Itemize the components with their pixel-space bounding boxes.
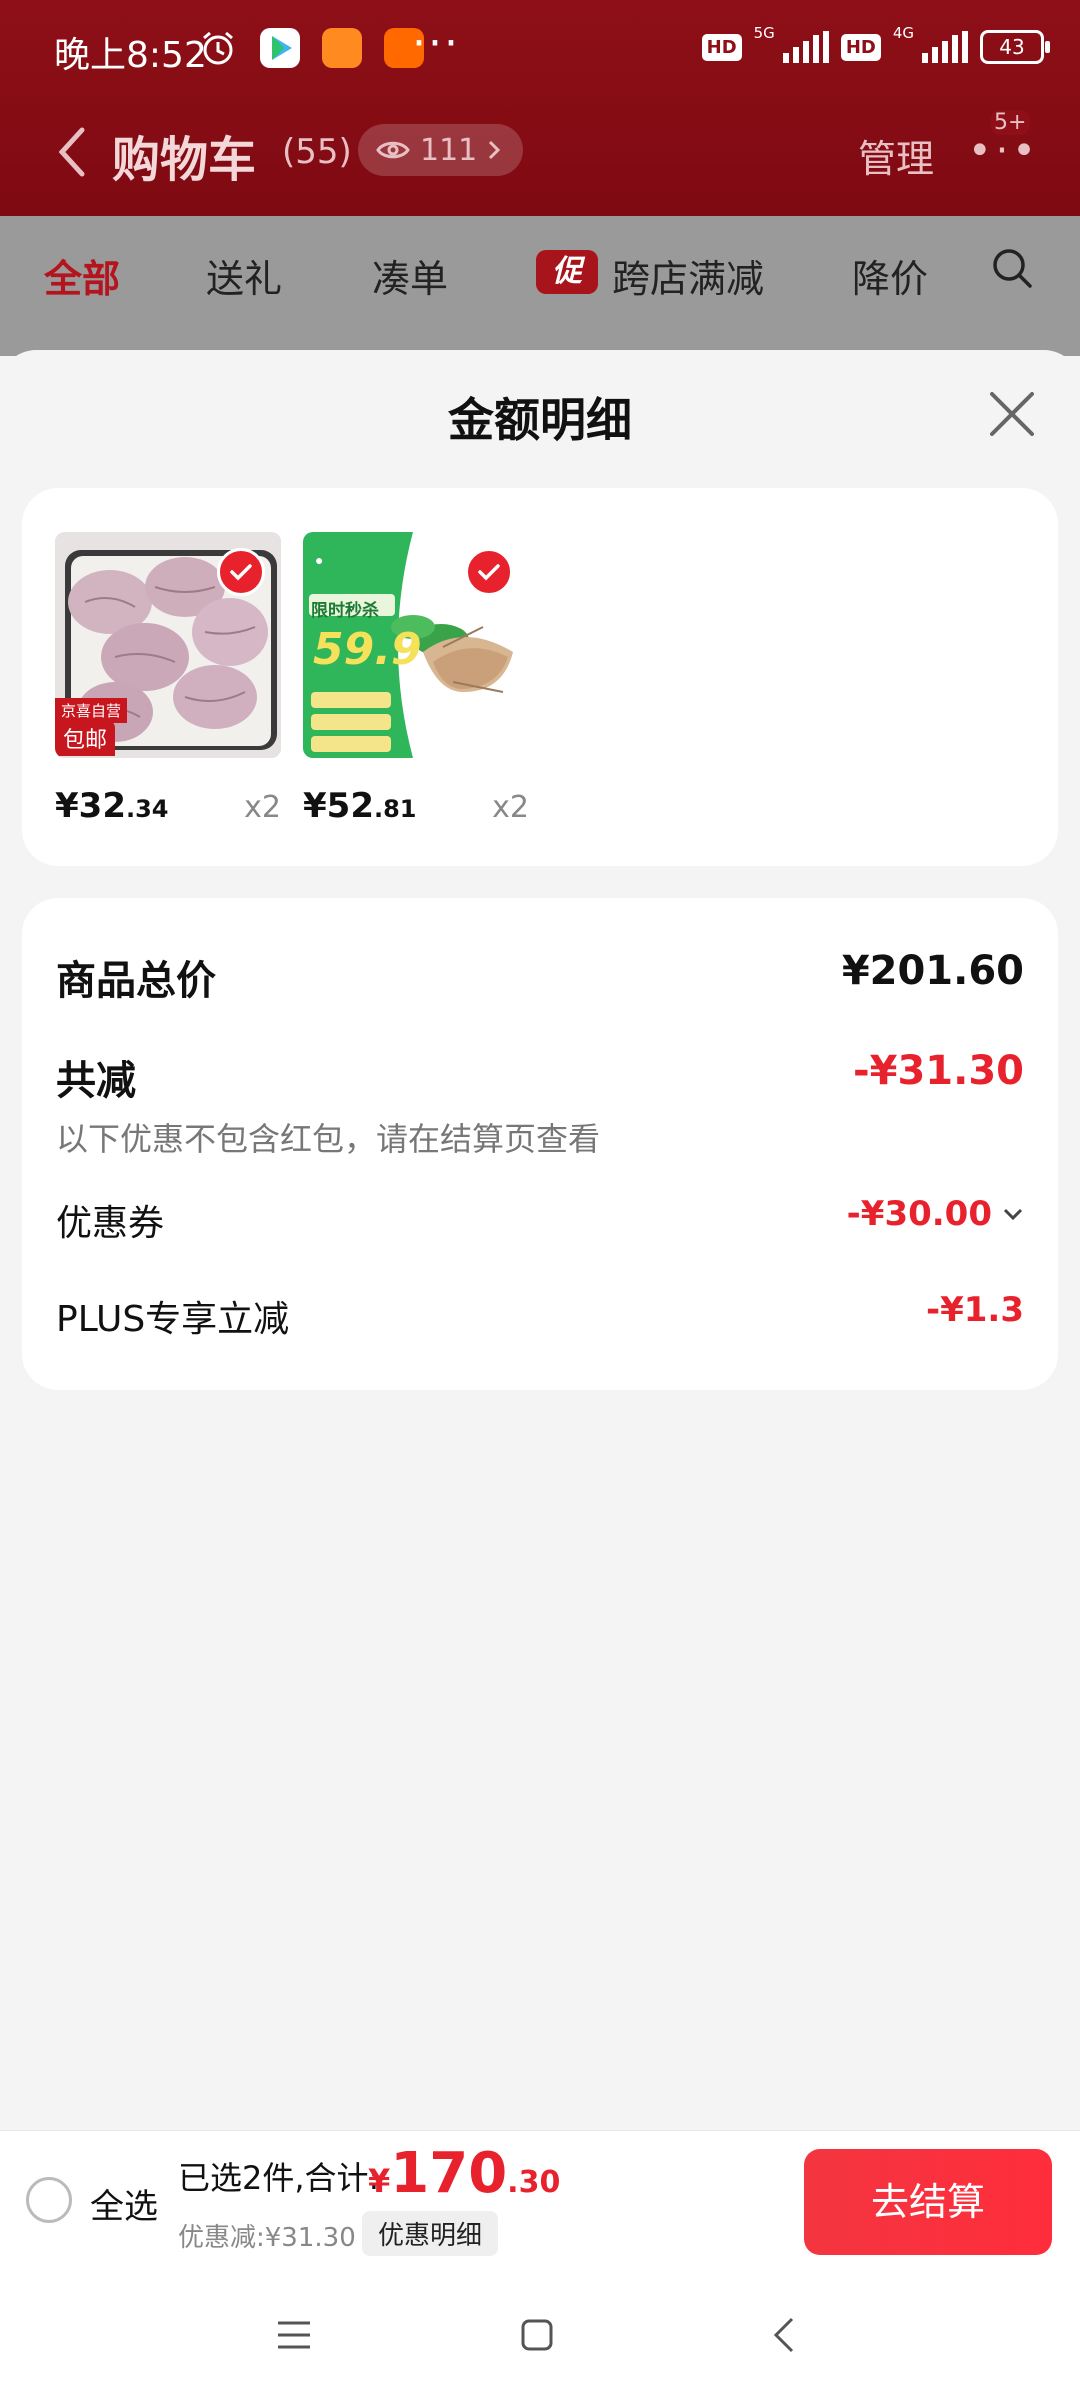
discount-detail-button[interactable]: 优惠明细 [362,2211,499,2256]
hd-icon: HD [701,33,742,61]
tab-price-drop[interactable]: 降价 [852,248,928,303]
tiger-app-icon [322,28,362,68]
svg-text:●: ● [315,552,323,568]
price-decimal: .34 [125,795,169,823]
tab-cross-store[interactable]: 跨店满减 [612,248,764,303]
price-decimal: .81 [373,795,417,823]
eye-icon [376,141,410,159]
total-label: 商品总价 [56,958,216,1004]
product-price: ¥52.81 [303,786,417,826]
signal-icon [782,31,829,63]
manage-button[interactable]: 管理 [858,128,934,183]
summary-card: 商品总价 ¥201.60 共减 -¥31.30 以下优惠不包含红包，请在结算页查… [22,898,1058,1390]
play-store-icon [260,28,300,68]
product-image-meat[interactable]: 京喜自营 包邮 [55,532,281,758]
note-row: 以下优惠不包含红包，请在结算页查看 [56,1114,1024,1158]
back-arrow-icon[interactable] [52,122,92,182]
alarm-icon [203,31,233,65]
checkout-bar: 全选 已选2件,合计: ¥170.30 优惠减:¥31.30 优惠明细 去结算 [0,2130,1080,2271]
sale-price-label: 59.9 [313,624,422,675]
header: 晚上8:52 ··· HD 5G HD 4G 43 购物车 (55) 111 管… [0,0,1080,216]
price-integer: ¥52 [303,786,374,826]
selected-check-icon[interactable] [465,548,513,596]
plus-row: PLUS专享立减 -¥1.3 [56,1290,1024,1340]
total-decimal: .30 [507,2165,561,2200]
amount-detail-sheet: 金额明细 京喜自营 包邮 ¥32.34 x2 ● 限时秒杀 59.9 ¥52.8… [0,350,1080,2130]
discount-row: 共减 -¥31.30 [56,1048,1024,1104]
search-icon[interactable] [990,246,1034,290]
product-price: ¥32.34 [55,786,169,826]
products-card: 京喜自营 包邮 ¥32.34 x2 ● 限时秒杀 59.9 ¥52.81 x2 [22,488,1058,866]
hd-icon-2: HD [840,33,881,61]
status-app-icons [198,28,424,68]
discount-value: -¥31.30 [853,1048,1024,1094]
product-qty: x2 [492,790,529,825]
chevron-down-icon[interactable] [1002,1207,1024,1221]
total-row: 商品总价 ¥201.60 [56,948,1024,1004]
home-icon[interactable] [520,2318,554,2352]
flash-sale-label: 限时秒杀 [311,601,379,621]
sheet-title: 金额明细 [448,393,632,447]
status-time: 晚上8:52 [54,35,207,76]
price-integer: ¥32 [55,786,126,826]
network-5g: 5G [753,24,775,42]
product-item[interactable]: ● 限时秒杀 59.9 ¥52.81 x2 [303,532,529,826]
discount-label: 共减 [56,1058,136,1104]
chevron-right-icon [489,140,501,160]
free-shipping-tag: 包邮 [55,720,116,756]
notification-badge: 5+ [990,110,1031,135]
select-all-radio[interactable] [26,2177,72,2223]
navbar: 购物车 (55) 111 管理 •·• 5+ [0,110,1080,210]
views-count: 111 [420,132,478,168]
selected-summary: 已选2件,合计: [178,2159,380,2197]
checkout-button[interactable]: 去结算 [804,2149,1052,2255]
tab-gift[interactable]: 送礼 [206,248,282,303]
discount-note: 以下优惠不包含红包，请在结算页查看 [56,1120,601,1158]
currency-symbol: ¥ [368,2162,391,2200]
plus-label: PLUS专享立减 [56,1299,290,1340]
cart-count: (55) [282,132,352,172]
status-right: HD 5G HD 4G 43 [701,24,1050,64]
product-qty: x2 [244,790,281,825]
close-icon[interactable] [986,388,1038,440]
battery-icon: 43 [980,30,1050,64]
coupon-value: -¥30.00 [846,1194,992,1234]
status-bar: 晚上8:52 ··· HD 5G HD 4G 43 [0,0,1080,100]
coupon-value-group[interactable]: -¥30.00 [847,1194,1024,1234]
tab-bundle[interactable]: 凑单 [372,248,448,303]
network-4g: 4G [892,24,914,42]
select-all-label[interactable]: 全选 [90,2179,158,2228]
product-item[interactable]: 京喜自营 包邮 ¥32.34 x2 [55,532,281,826]
promo-tag: 促 [536,250,598,294]
status-more: ··· [412,18,460,69]
total-integer: 170 [390,2141,508,2206]
menu-icon[interactable] [276,2320,312,2350]
coupon-row[interactable]: 优惠券 -¥30.00 [56,1194,1024,1244]
system-nav-bar [0,2270,1080,2400]
discount-summary: 优惠减:¥31.30 [178,2223,356,2253]
views-chip[interactable]: 111 [358,124,524,176]
back-icon[interactable] [772,2316,796,2354]
selected-check-icon[interactable] [217,548,265,596]
tab-all[interactable]: 全部 [44,248,120,303]
page-title: 购物车 [112,132,257,188]
plus-value: -¥1.3 [926,1290,1024,1330]
coupon-label: 优惠券 [56,1203,165,1244]
product-image-shrimp[interactable]: ● 限时秒杀 59.9 [303,532,529,758]
total-price: ¥170.30 [368,2141,560,2206]
tab-bar: 全部 送礼 凑单 促 跨店满减 降价 [0,216,1080,356]
total-value: ¥201.60 [841,948,1024,994]
signal-icon-2 [922,31,968,63]
